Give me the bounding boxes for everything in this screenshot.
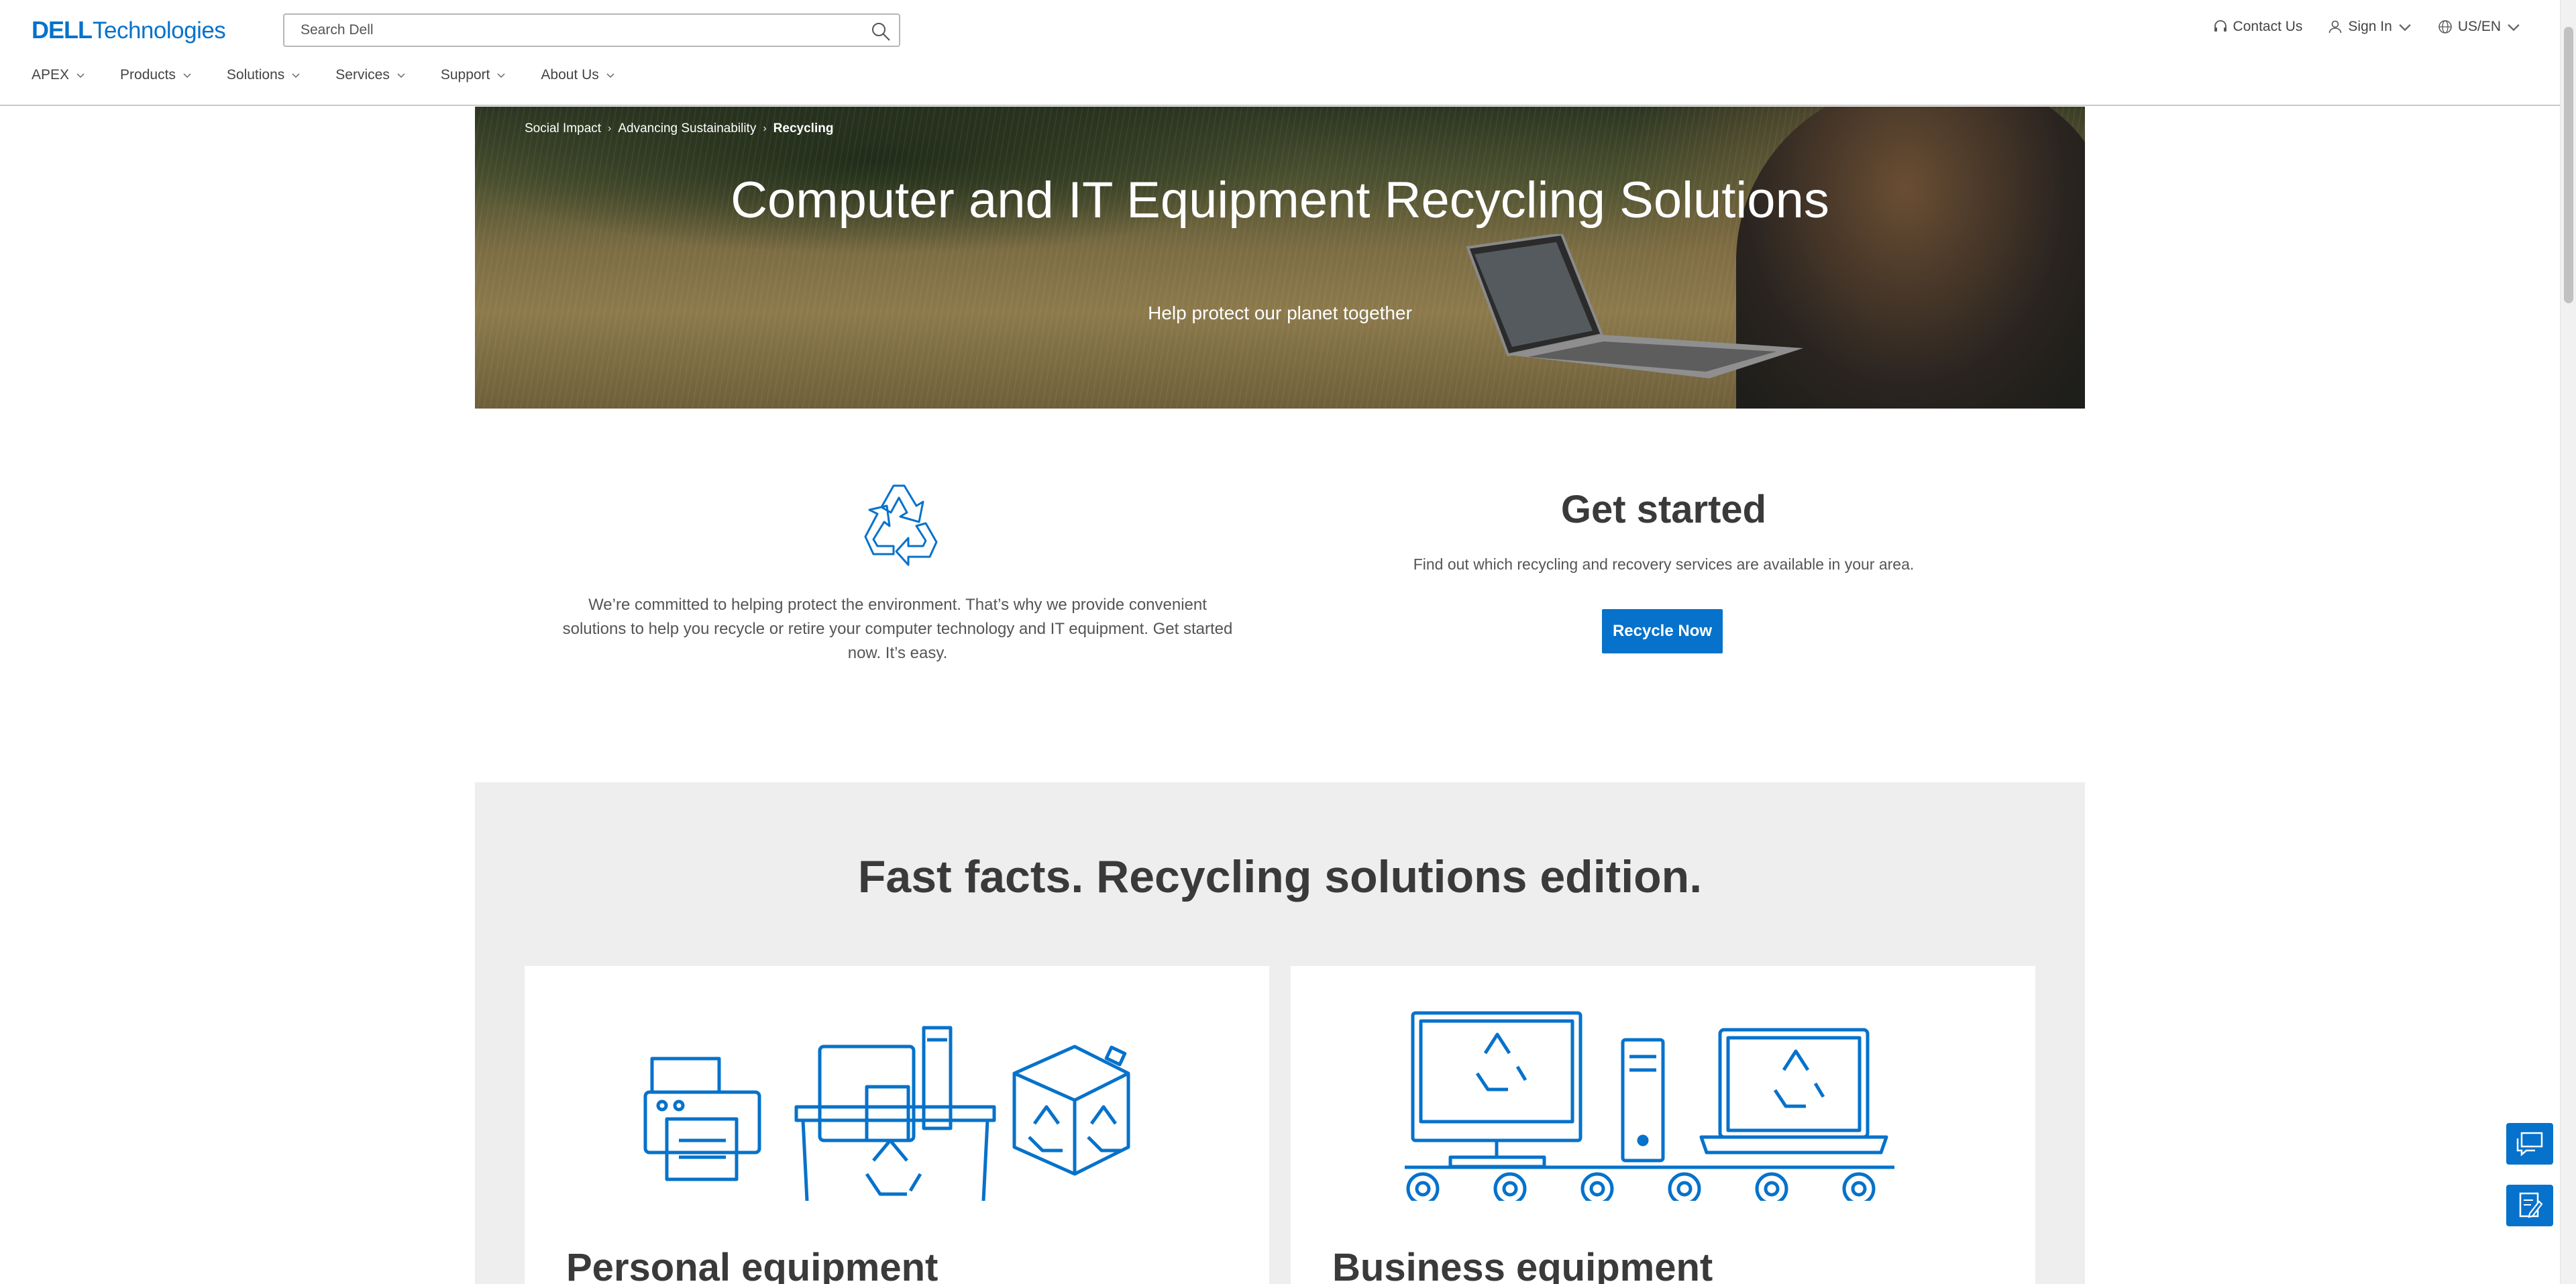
hero-banner: Social Impact › Advancing Sustainability… [475, 107, 2085, 409]
main-nav: APEX Products Solutions Services Support… [32, 67, 615, 83]
nav-item-services[interactable]: Services [335, 67, 406, 83]
nav-item-label: Solutions [226, 67, 285, 83]
user-icon [2329, 20, 2342, 34]
scrollbar-thumb[interactable] [2564, 27, 2573, 303]
feedback-icon [2519, 1192, 2543, 1218]
page-title: Computer and IT Equipment Recycling Solu… [731, 172, 1829, 229]
locale-selector[interactable]: US/EN [2438, 19, 2521, 35]
chevron-down-icon [397, 73, 405, 78]
chevron-down-icon [2508, 24, 2520, 32]
sign-in-label: Sign In [2348, 19, 2392, 34]
breadcrumb-separator-icon: › [763, 123, 767, 134]
chevron-down-icon [76, 73, 85, 78]
dell-technologies-logo[interactable]: DELL Technologies [32, 16, 226, 44]
chevron-down-icon [497, 73, 505, 78]
nav-item-label: Support [440, 67, 490, 83]
search-input[interactable] [284, 15, 899, 46]
contact-us-label: Contact Us [2233, 19, 2303, 34]
utility-links: Contact Us Sign In US/EN [2213, 19, 2521, 35]
nav-item-apex[interactable]: APEX [32, 67, 85, 83]
site-header: DELL Technologies Contact Us Sign In [0, 0, 2560, 106]
personal-equipment-recycling-icon [643, 1026, 1130, 1201]
chevron-down-icon [292, 73, 300, 78]
nav-item-about-us[interactable]: About Us [541, 67, 614, 83]
globe-icon [2438, 20, 2452, 34]
logo-technologies: Technologies [93, 17, 226, 44]
business-equipment-title: Business equipment [1332, 1246, 1713, 1284]
search-box [283, 13, 900, 47]
nav-item-support[interactable]: Support [441, 67, 506, 83]
intro-text: We’re committed to helping protect the e… [562, 596, 1233, 662]
sign-in-menu[interactable]: Sign In [2328, 19, 2412, 35]
business-equipment-recycling-icon [1405, 1011, 1894, 1201]
nav-item-label: About Us [541, 67, 599, 83]
recycle-now-button[interactable]: Recycle Now [1602, 609, 1723, 653]
chevron-down-icon [606, 73, 614, 78]
breadcrumb: Social Impact › Advancing Sustainability… [525, 121, 833, 136]
fast-facts-title: Fast facts. Recycling solutions edition. [857, 851, 1703, 902]
chevron-down-icon [183, 73, 191, 78]
breadcrumb-separator-icon: › [608, 123, 612, 134]
nav-item-products[interactable]: Products [120, 67, 192, 83]
search-icon[interactable] [871, 21, 891, 42]
nav-item-label: APEX [32, 67, 70, 83]
breadcrumb-advancing-sustainability[interactable]: Advancing Sustainability [618, 121, 756, 136]
get-started-title: Get started [1560, 488, 1767, 531]
breadcrumb-social-impact[interactable]: Social Impact [525, 121, 601, 136]
get-started-text: Find out which recycling and recovery se… [1413, 555, 1915, 573]
nav-item-solutions[interactable]: Solutions [227, 67, 301, 83]
hero-subtitle: Help protect our planet together [1148, 303, 1412, 323]
business-equipment-card[interactable]: Business equipment [1291, 966, 2035, 1284]
logo-dell: DELL [32, 16, 93, 44]
chevron-down-icon [2399, 24, 2411, 32]
chat-button[interactable] [2506, 1123, 2553, 1165]
feedback-button[interactable] [2506, 1185, 2553, 1226]
locale-label: US/EN [2457, 19, 2501, 34]
nav-item-label: Products [120, 67, 176, 83]
chat-icon [2516, 1132, 2543, 1157]
recycle-icon [864, 484, 938, 566]
nav-item-label: Services [335, 67, 390, 83]
fast-facts-section: Fast facts. Recycling solutions edition. [475, 782, 2085, 1284]
headset-icon [2214, 20, 2226, 32]
personal-equipment-title: Personal equipment [566, 1246, 938, 1284]
page-scrollbar[interactable] [2560, 0, 2576, 1284]
breadcrumb-current: Recycling [773, 121, 834, 136]
contact-us-link[interactable]: Contact Us [2213, 19, 2303, 35]
personal-equipment-card[interactable]: Personal equipment [525, 966, 1269, 1284]
